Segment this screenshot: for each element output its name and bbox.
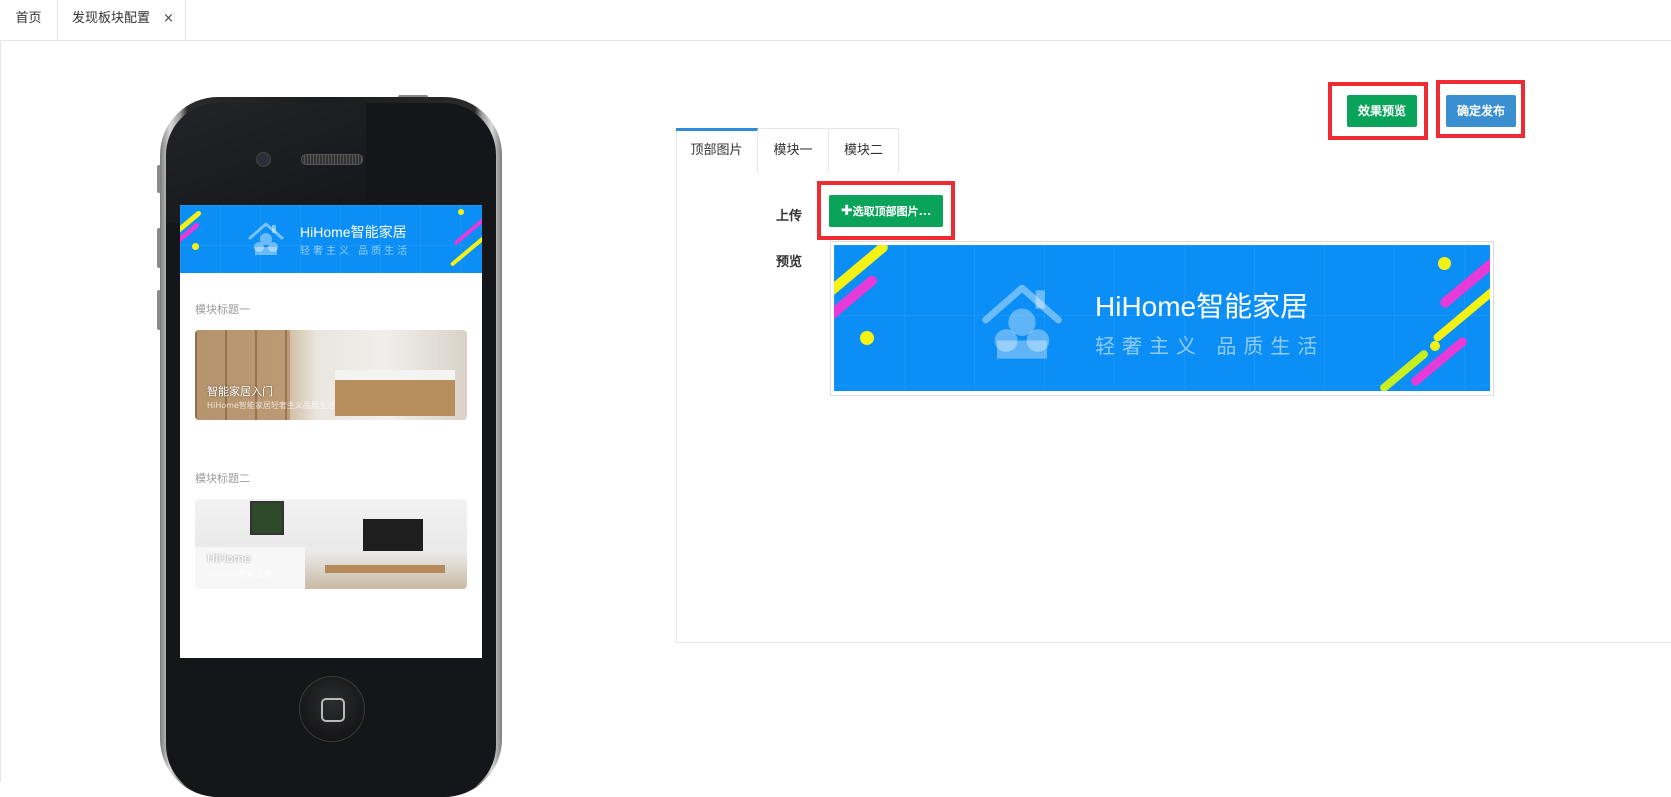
select-top-image-button[interactable]: ✚选取顶部图片... — [829, 195, 943, 227]
phone-banner: HiHome智能家居 轻奢主义 品质生活 — [180, 205, 482, 273]
module1-title: 模块标题一 — [195, 303, 250, 316]
preview-banner-brand: HiHome智能家居 — [1095, 291, 1309, 322]
tab-discover-config-label: 发现板块配置 — [72, 11, 151, 26]
card-bed — [335, 370, 455, 416]
preview-banner-dot — [860, 331, 874, 345]
card-cabinet — [325, 565, 445, 573]
banner-dot — [192, 243, 199, 250]
preview-house-logo-icon — [982, 284, 1062, 359]
phone-camera-icon — [256, 152, 271, 167]
confirm-publish-button[interactable]: 确定发布 — [1446, 95, 1516, 127]
module1-card: 智能家居入门 HiHome智能家居轻奢主义品质生活 — [195, 330, 467, 420]
home-square-icon — [321, 698, 345, 722]
content-left-border — [0, 40, 1, 782]
module1-card-caption: 智能家居入门 — [207, 385, 273, 398]
preview-label: 预览 — [776, 255, 803, 270]
effect-preview-button[interactable]: 效果预览 — [1347, 95, 1417, 127]
module2-card: HiHome HiHome智能家居 — [195, 499, 467, 589]
phone-banner-slogan: 轻奢主义 品质生活 — [300, 246, 411, 257]
phone-banner-brand: HiHome智能家居 — [300, 224, 407, 240]
module2-card-subtitle: HiHome智能家居 — [207, 570, 271, 579]
banner-dot — [458, 209, 464, 215]
card-painting — [250, 501, 284, 535]
plus-icon: ✚ — [840, 203, 853, 219]
card-tv — [363, 519, 423, 551]
tab-home[interactable]: 首页 — [0, 0, 58, 40]
phone-screen: HiHome智能家居 轻奢主义 品质生活 模块标题一 智能家居入门 HiHome… — [180, 205, 482, 658]
phone-speaker-icon — [301, 154, 363, 165]
tab-module-two[interactable]: 模块二 — [829, 128, 899, 172]
module2-title: 模块标题二 — [195, 472, 250, 485]
module2-card-caption: HiHome — [207, 552, 251, 565]
select-top-image-label: 选取顶部图片... — [852, 205, 932, 218]
preview-banner-slogan: 轻奢主义 品质生活 — [1095, 334, 1325, 358]
preview-banner-dot — [1430, 341, 1440, 351]
upload-label: 上传 — [776, 209, 803, 224]
phone-home-button — [299, 676, 365, 742]
panel-left-border — [676, 128, 677, 642]
tab-module-one[interactable]: 模块一 — [758, 128, 829, 172]
tab-close-icon[interactable]: × — [163, 0, 174, 38]
module1-card-subtitle: HiHome智能家居轻奢主义品质生活 — [207, 401, 335, 410]
house-logo-icon — [248, 222, 284, 255]
preview-banner-dot — [1438, 257, 1451, 270]
preview-banner-image: HiHome智能家居 轻奢主义 品质生活 — [834, 245, 1490, 391]
top-tab-bar: 首页 发现板块配置 × — [0, 0, 1671, 41]
tab-top-image[interactable]: 顶部图片 — [676, 128, 758, 172]
